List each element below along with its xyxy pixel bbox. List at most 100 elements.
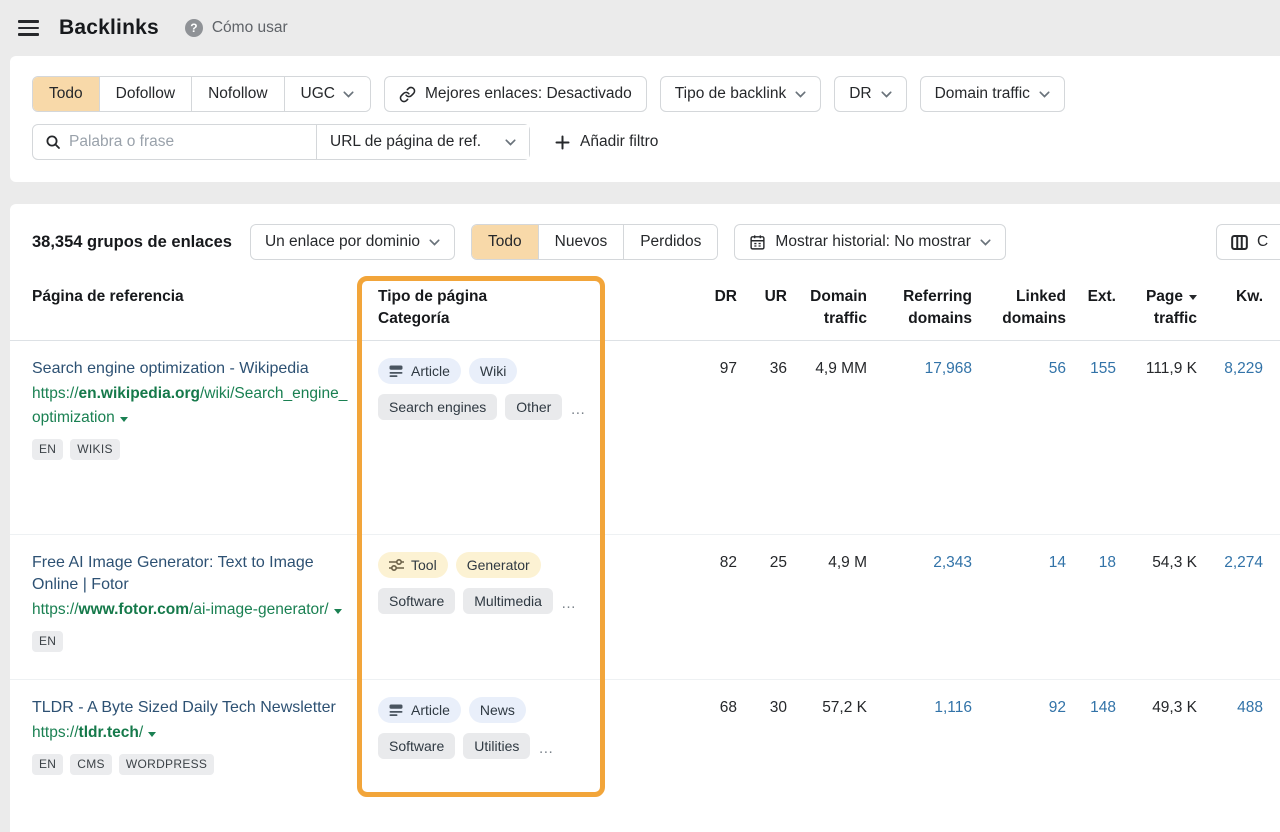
cms-tag: CMS [70, 754, 112, 775]
filter-tab-ugc-label: UGC [301, 85, 335, 103]
page-traffic-value: 49,3 K [1116, 697, 1197, 719]
referring-domains-link[interactable]: 1,116 [867, 697, 972, 719]
table-header: Página de referencia Tipo de página Cate… [10, 260, 1280, 341]
ref-page-url-dropdown[interactable]: URL de página de ref. [316, 125, 529, 159]
filter-tab-dofollow[interactable]: Dofollow [99, 77, 191, 111]
linked-domains-link[interactable]: 92 [972, 697, 1066, 719]
ref-page-title-link[interactable]: Search engine optimization - Wikipedia [32, 358, 350, 380]
sort-desc-icon [1189, 295, 1197, 300]
domain-traffic-value: 57,2 K [787, 697, 867, 719]
group-by-dropdown[interactable]: Un enlace por dominio [250, 224, 455, 260]
page-type-pill: Wiki [469, 358, 517, 384]
ref-page-url[interactable]: https://www.fotor.com/ai-image-generator… [32, 598, 354, 622]
ref-page-url[interactable]: https://en.wikipedia.org/wiki/Search_eng… [32, 382, 354, 430]
filter-tab-nofollow[interactable]: Nofollow [191, 77, 283, 111]
keywords-link[interactable]: 2,274 [1197, 552, 1263, 574]
ref-page-cell: Free AI Image Generator: Text to Image O… [32, 552, 357, 652]
referring-domains-link[interactable]: 2,343 [867, 552, 972, 574]
col-header-page-traffic-line2: traffic [1116, 308, 1197, 330]
col-header-page-traffic[interactable]: Page traffic [1116, 286, 1197, 330]
domain-traffic-label: Domain traffic [935, 85, 1030, 103]
col-header-ur[interactable]: UR [737, 286, 787, 308]
col-header-category: Categoría [378, 308, 607, 330]
col-header-ext[interactable]: Ext. [1066, 286, 1116, 308]
platform-tag: WIKIS [70, 439, 120, 460]
url-path: / [139, 724, 143, 741]
col-header-referring-domains[interactable]: Referring domains [867, 286, 972, 330]
caret-down-icon[interactable] [334, 609, 342, 614]
page-type-pill: Article [378, 358, 461, 384]
table-row: Free AI Image Generator: Text to Image O… [10, 535, 1280, 680]
results-count: 38,354 grupos de enlaces [32, 233, 232, 252]
col-header-page-type: Tipo de página [378, 286, 607, 308]
url-scheme: https:// [32, 724, 79, 741]
ref-page-url[interactable]: https://tldr.tech/ [32, 721, 354, 745]
domain-traffic-dropdown[interactable]: Domain traffic [920, 76, 1065, 112]
status-tab-todo[interactable]: Todo [472, 225, 538, 259]
history-label: Mostrar historial: No mostrar [775, 233, 971, 251]
dr-filter-dropdown[interactable]: DR [834, 76, 906, 112]
add-filter-button[interactable]: Añadir filtro [549, 133, 664, 151]
referring-domains-link[interactable]: 17,968 [867, 358, 972, 380]
ur-value: 36 [737, 358, 787, 380]
page-title: Backlinks [59, 16, 159, 40]
category-pill: Software [378, 733, 455, 759]
sliders-icon [389, 559, 404, 571]
language-tag: EN [32, 754, 63, 775]
backlink-type-label: Tipo de backlink [675, 85, 786, 103]
page-type-label: Article [411, 362, 450, 380]
backlink-type-dropdown[interactable]: Tipo de backlink [660, 76, 821, 112]
history-dropdown[interactable]: Mostrar historial: No mostrar [734, 224, 1006, 260]
col-header-dr[interactable]: DR [607, 286, 737, 308]
status-tab-nuevos[interactable]: Nuevos [538, 225, 624, 259]
col-header-kw[interactable]: Kw. [1197, 286, 1263, 308]
dr-value: 82 [607, 552, 737, 574]
best-links-button[interactable]: Mejores enlaces: Desactivado [384, 76, 647, 112]
help-icon: ? [185, 19, 203, 37]
more-categories-link[interactable]: … [570, 398, 585, 417]
col-header-linked-domains[interactable]: Linked domains [972, 286, 1066, 330]
article-icon [389, 365, 404, 377]
ur-value: 25 [737, 552, 787, 574]
filter-row-2: URL de página de ref. Añadir filtro [32, 124, 1264, 160]
page-type-pill: Article [378, 697, 461, 723]
ref-page-title-link[interactable]: TLDR - A Byte Sized Daily Tech Newslette… [32, 697, 350, 719]
results-toolbar: 38,354 grupos de enlaces Un enlace por d… [10, 204, 1280, 260]
columns-icon [1231, 235, 1248, 250]
platform-tag: WORDPRESS [119, 754, 214, 775]
domain-traffic-value: 4,9 M [787, 552, 867, 574]
follow-filter-group: Todo Dofollow Nofollow UGC [32, 76, 371, 112]
filter-tab-ugc-dropdown[interactable]: UGC [284, 77, 370, 111]
ext-links-link[interactable]: 18 [1066, 552, 1116, 574]
ref-page-url-label: URL de página de ref. [330, 133, 481, 151]
page-type-category-cell: Tool Generator Software Multimedia … [357, 552, 607, 614]
keywords-link[interactable]: 488 [1197, 697, 1263, 719]
how-to-use-link[interactable]: ? Cómo usar [185, 19, 288, 37]
filter-tab-todo[interactable]: Todo [33, 77, 99, 111]
best-links-label: Mejores enlaces: Desactivado [425, 85, 632, 103]
col-header-domain-traffic[interactable]: Domain traffic [787, 286, 867, 330]
caret-down-icon[interactable] [120, 417, 128, 422]
group-by-label: Un enlace por dominio [265, 233, 420, 251]
page-type-pill: Generator [456, 552, 541, 578]
linked-domains-link[interactable]: 56 [972, 358, 1066, 380]
keywords-link[interactable]: 8,229 [1197, 358, 1263, 380]
page-type-category-cell: Article News Software Utilities … [357, 697, 607, 759]
status-tab-perdidos[interactable]: Perdidos [623, 225, 717, 259]
caret-down-icon[interactable] [148, 732, 156, 737]
ref-page-title-link[interactable]: Free AI Image Generator: Text to Image O… [32, 552, 350, 596]
ext-links-link[interactable]: 155 [1066, 358, 1116, 380]
tag-list: EN WIKIS [32, 439, 357, 460]
more-categories-link[interactable]: … [538, 737, 553, 756]
url-path: /ai-image-generator/ [189, 601, 329, 618]
url-scheme: https:// [32, 385, 79, 402]
category-pills: Software Multimedia … [378, 588, 607, 614]
more-categories-link[interactable]: … [561, 592, 576, 611]
menu-button[interactable] [12, 10, 45, 45]
filters-panel: Todo Dofollow Nofollow UGC Mejores enlac… [10, 56, 1280, 182]
menu-icon [18, 20, 39, 35]
linked-domains-link[interactable]: 14 [972, 552, 1066, 574]
columns-button[interactable]: C [1216, 224, 1280, 260]
ext-links-link[interactable]: 148 [1066, 697, 1116, 719]
search-input[interactable] [69, 125, 316, 159]
